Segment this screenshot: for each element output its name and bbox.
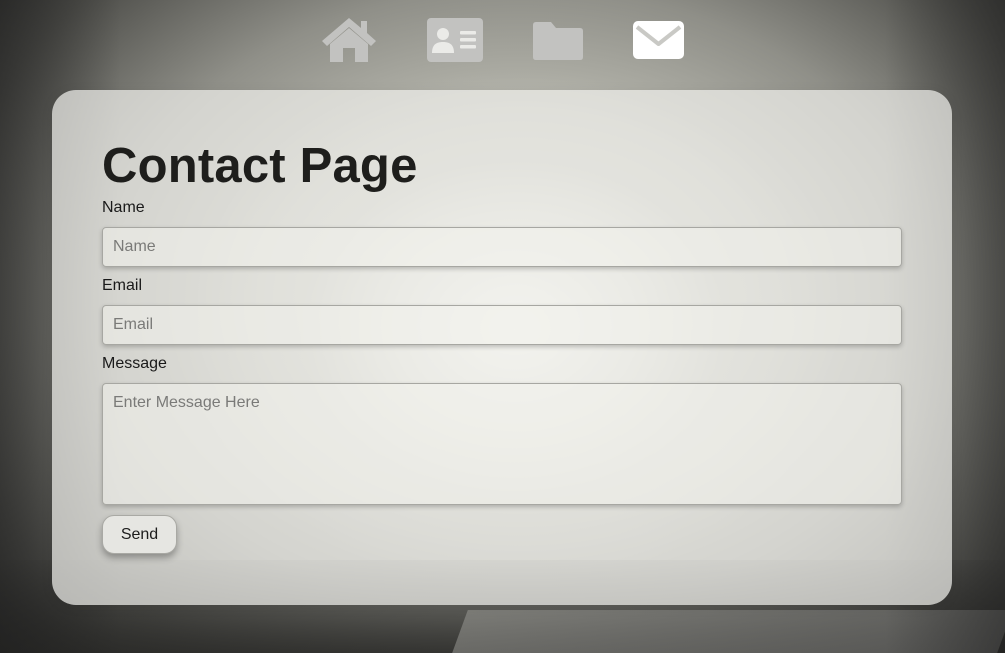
contact-card: Contact Page Name Email Message Send xyxy=(52,90,952,605)
nav-home-link[interactable] xyxy=(320,17,378,63)
name-label: Name xyxy=(102,199,145,216)
page-title: Contact Page xyxy=(102,139,418,193)
folder-icon xyxy=(533,22,583,60)
email-input[interactable] xyxy=(102,305,902,345)
envelope-icon xyxy=(633,21,684,59)
id-card-icon xyxy=(427,18,483,62)
name-input[interactable] xyxy=(102,227,902,267)
email-label: Email xyxy=(102,277,143,294)
top-nav xyxy=(0,0,1005,80)
nav-contact-link[interactable] xyxy=(632,20,685,60)
nav-about-link[interactable] xyxy=(426,17,484,63)
send-button[interactable]: Send xyxy=(102,515,177,554)
nav-projects-link[interactable] xyxy=(532,19,584,61)
home-icon xyxy=(322,18,376,62)
message-label: Message xyxy=(102,355,167,372)
message-textarea[interactable] xyxy=(102,383,902,505)
